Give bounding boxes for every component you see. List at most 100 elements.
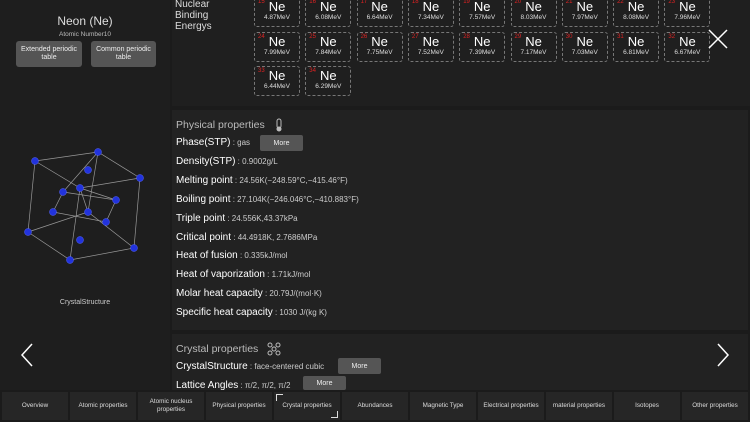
binding-energy-tile: 18 Ne 7.34MeV <box>407 0 454 27</box>
mass-number: 33 <box>258 68 265 74</box>
property-row: Phase(STP) : gas <box>176 137 250 148</box>
property-label: Specific heat capacity <box>176 307 273 319</box>
property-value: : 44.4918K, 2.7686MPa <box>231 232 318 242</box>
physical-properties-heading: Physical properties <box>176 118 284 132</box>
property-row: Critical point : 44.4918K, 2.7686MPa <box>176 232 317 243</box>
property-row: Triple point : 24.556K,43.37kPa <box>176 213 298 224</box>
nav-tab[interactable]: Crystal properties <box>274 392 340 420</box>
crystal-structure-more-button[interactable]: More <box>338 358 381 374</box>
property-value: : gas <box>230 138 251 147</box>
property-label: Critical point <box>176 231 232 243</box>
mass-number: 26 <box>360 33 368 40</box>
binding-energy: 7.34MeV <box>417 14 444 21</box>
property-label: Density(STP) <box>176 155 236 167</box>
binding-energy-tile: 33 Ne 6.44MeV <box>254 66 300 96</box>
binding-energy-tile: 34 Ne 6.29MeV <box>305 66 352 96</box>
property-label: Triple point <box>176 212 226 224</box>
property-row: Lattice Angles : π/2, π/2, π/2 <box>176 380 290 391</box>
binding-energy: 7.84MeV <box>315 48 342 56</box>
nuclear-binding-label: Nuclear Binding Energys <box>175 0 212 32</box>
binding-energy: 7.97MeV <box>571 14 598 21</box>
section-nav: Overview Atomic properties Atomic nucleus … <box>0 390 750 422</box>
phase-more-button[interactable]: More <box>260 135 303 151</box>
mass-number: 29 <box>514 33 522 40</box>
property-label: Heat of fusion <box>176 250 238 262</box>
nav-tab[interactable]: Magnetic Type <box>410 392 476 420</box>
binding-energy-tile: 29 Ne 7.17MeV <box>510 31 557 62</box>
nuclear-binding-section: Nuclear Binding Energys 15 Ne 4.87MeV 16 Ne 6… <box>172 0 750 106</box>
property-value: : 0.335kJ/mol <box>237 251 288 261</box>
binding-energy: 4.87MeV <box>263 14 291 21</box>
mass-number: 34 <box>309 68 316 74</box>
property-value: : 1030 J/(kg K) <box>272 308 327 318</box>
property-label: Molar heat capacity <box>176 288 263 300</box>
binding-energy-tile: 15 Ne 4.87MeV <box>254 0 300 27</box>
property-row: Molar heat capacity : 20.79J/(mol·K) <box>176 288 322 299</box>
mass-number: 15 <box>258 0 265 5</box>
extended-periodic-table-button[interactable]: Extended periodic table <box>16 41 82 67</box>
nav-tab[interactable]: Other properties <box>682 392 748 420</box>
binding-energy-tile: 21 Ne 7.97MeV <box>561 0 608 27</box>
property-label: Phase(STP) <box>176 137 231 148</box>
mass-number: 20 <box>514 0 522 5</box>
property-value: : π/2, π/2, π/2 <box>238 380 291 390</box>
nav-tab[interactable]: Physical properties <box>206 392 272 420</box>
binding-energy-tile: 19 Ne 7.57MeV <box>459 0 506 27</box>
physical-properties-section: Physical properties Phase(STP) : gas Dens… <box>172 110 748 330</box>
binding-energy-tile: 22 Ne 8.08MeV <box>613 0 660 27</box>
nav-tab[interactable]: Atomic properties <box>70 392 136 420</box>
next-arrow-icon[interactable] <box>716 343 730 367</box>
mass-number: 24 <box>258 33 265 40</box>
mass-number: 32 <box>668 33 676 40</box>
binding-energy: 6.44MeV <box>263 83 291 90</box>
close-icon[interactable] <box>707 28 729 50</box>
binding-energy-tile: 23 Ne 7.96MeV <box>664 0 711 27</box>
element-panel: Neon (Ne) Atomic Number10 Extended perio… <box>0 0 170 390</box>
mass-number: 28 <box>463 33 470 40</box>
nav-tab[interactable]: Overview <box>2 392 68 420</box>
nav-tab[interactable]: Atomic nucleus properties <box>138 392 204 420</box>
binding-energy: 7.52MeV <box>417 48 444 56</box>
property-row: Heat of fusion : 0.335kJ/mol <box>176 250 288 261</box>
property-row: Specific heat capacity : 1030 J/(kg K) <box>176 307 327 318</box>
mass-number: 27 <box>411 33 419 40</box>
property-value: : 24.56K(−248.59°C,−415.46°F) <box>232 175 348 185</box>
binding-energy-tile: 16 Ne 6.08MeV <box>305 0 352 27</box>
binding-energy: 6.64MeV <box>366 14 393 21</box>
nav-tab[interactable]: Electrical properties <box>478 392 544 420</box>
nav-tab[interactable]: Isotopes <box>614 392 680 420</box>
nav-tab[interactable]: Abundances <box>342 392 408 420</box>
property-value: : 27.104K(−246.046°C,−410.883°F) <box>230 194 359 204</box>
binding-energy: 6.67MeV <box>674 48 701 56</box>
crystal-structure-label: CrystalStructure <box>59 299 111 306</box>
property-label: Boiling point <box>176 193 231 205</box>
binding-energy: 8.03MeV <box>520 14 547 21</box>
atomic-number: Atomic Number10 <box>58 31 112 38</box>
property-label: Heat of vaporization <box>176 269 265 281</box>
property-row: Heat of vaporization : 1.71kJ/mol <box>176 269 310 280</box>
binding-energy-tile: 25 Ne 7.84MeV <box>305 31 352 62</box>
mass-number: 22 <box>617 0 624 5</box>
property-row: Melting point : 24.56K(−248.59°C,−415.46… <box>176 175 348 186</box>
previous-arrow-icon[interactable] <box>20 343 34 367</box>
thermometer-icon <box>276 118 282 132</box>
mass-number: 18 <box>411 0 419 5</box>
property-value: : 24.556K,43.37kPa <box>225 213 298 223</box>
element-title: Neon (Ne) <box>57 14 113 28</box>
lattice-angles-more-button[interactable]: More <box>303 376 346 390</box>
binding-energy-tile: 28 Ne 7.39MeV <box>459 31 506 62</box>
binding-energy-tile: 30 Ne 7.03MeV <box>561 31 608 62</box>
property-row: CrystalStructure : face-centered cubic <box>176 361 324 372</box>
crystal-structure-model[interactable] <box>18 140 148 270</box>
nav-tab[interactable]: material properties <box>546 392 612 420</box>
mass-number: 31 <box>617 33 624 40</box>
binding-energy: 6.08MeV <box>315 14 342 21</box>
mass-number: 17 <box>360 0 368 5</box>
binding-energy: 7.17MeV <box>520 48 547 56</box>
binding-energy-tile: 20 Ne 8.03MeV <box>510 0 557 27</box>
binding-energy-tile: 26 Ne 7.75MeV <box>356 31 403 62</box>
mass-number: 30 <box>565 33 573 40</box>
common-periodic-table-button[interactable]: Common periodic table <box>91 41 156 67</box>
binding-energy: 6.81MeV <box>623 48 650 56</box>
mass-number: 25 <box>309 33 316 40</box>
